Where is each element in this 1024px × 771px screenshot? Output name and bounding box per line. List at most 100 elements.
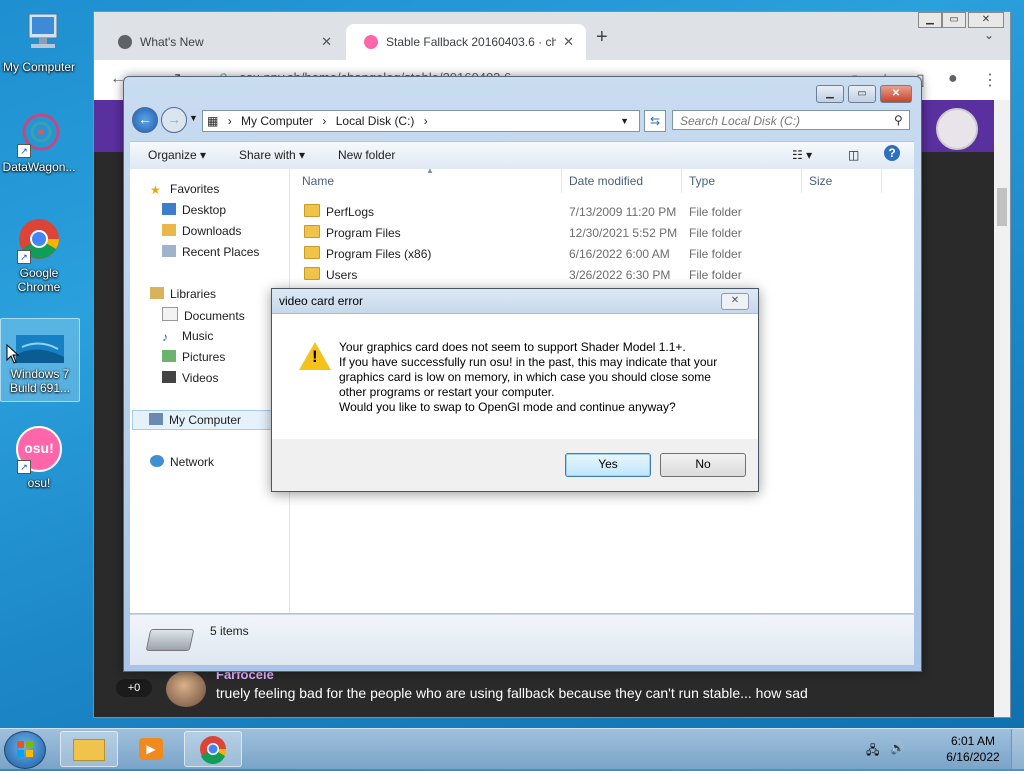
refresh-button[interactable]: ⇆: [644, 110, 666, 132]
file-row[interactable]: PerfLogs 7/13/2009 11:20 PM File folder: [290, 202, 890, 223]
nav-label: Favorites: [170, 182, 220, 196]
yes-button[interactable]: Yes: [565, 453, 651, 477]
nav-label: Downloads: [182, 224, 242, 238]
nav-favorites[interactable]: ★ Favorites: [150, 181, 219, 197]
organize-button[interactable]: Organize ▾: [148, 148, 206, 162]
close-tab-icon[interactable]: ✕: [563, 29, 574, 55]
mouse-cursor-icon: [6, 343, 20, 367]
explorer-maximize-button[interactable]: ▭: [848, 85, 876, 103]
message-line: Your graphics card does not seem to supp…: [339, 340, 686, 354]
desktop-icon-osu[interactable]: osu! ↗ osu!: [0, 426, 78, 490]
desktop-icon-my-computer[interactable]: My Computer: [0, 10, 78, 74]
clock[interactable]: 6:01 AM 6/16/2022: [938, 734, 1008, 764]
dialog-message: Your graphics card does not seem to supp…: [339, 340, 717, 415]
address-bar[interactable]: ▦ › My Computer › Local Disk (C:) › ▼: [202, 110, 640, 132]
user-avatar[interactable]: [936, 108, 978, 150]
column-label: Date modified: [569, 174, 644, 188]
menu-dots-icon[interactable]: ⋮: [982, 70, 998, 90]
file-type: File folder: [689, 247, 742, 261]
nav-music[interactable]: ♪ Music: [162, 328, 213, 344]
nav-label: Libraries: [170, 287, 217, 301]
page-scrollbar[interactable]: [994, 100, 1010, 717]
show-desktop-button[interactable]: [1011, 729, 1024, 769]
nav-documents[interactable]: Documents: [162, 307, 245, 324]
maximize-button[interactable]: ▭: [942, 12, 966, 28]
file-type: File folder: [689, 268, 742, 282]
address-dropdown-icon[interactable]: ▼: [620, 111, 629, 131]
new-folder-button[interactable]: New folder: [338, 148, 395, 162]
desktop-icon-datawagon[interactable]: ↗ DataWagon...: [0, 110, 78, 174]
volume-tray-icon[interactable]: 🔊: [890, 741, 905, 755]
file-row[interactable]: Users 3/26/2022 6:30 PM File folder: [290, 265, 890, 286]
help-icon[interactable]: ?: [884, 145, 900, 161]
nav-downloads[interactable]: Downloads: [162, 223, 241, 239]
taskbar-chrome-button[interactable]: [184, 731, 242, 767]
nav-my-computer[interactable]: My Computer: [132, 410, 288, 430]
start-button[interactable]: [4, 731, 46, 769]
breadcrumb-separator-icon[interactable]: ›: [228, 114, 232, 128]
nav-network[interactable]: Network: [150, 454, 214, 470]
search-input[interactable]: Search Local Disk (C:): [672, 110, 910, 130]
desktop-icon: [162, 203, 176, 215]
preview-pane-icon[interactable]: ◫: [848, 148, 859, 162]
nav-desktop[interactable]: Desktop: [162, 202, 226, 218]
clock-time: 6:01 AM: [950, 734, 996, 748]
breadcrumb-my-computer[interactable]: My Computer: [241, 114, 313, 128]
network-tray-icon[interactable]: 🖧: [866, 741, 879, 762]
folder-icon: [73, 739, 105, 761]
vote-count-button[interactable]: +0: [116, 679, 152, 697]
taskbar-media-player-button[interactable]: ▶: [122, 731, 180, 767]
tab-whats-new[interactable]: What's New ✕: [100, 24, 344, 60]
nav-label: Desktop: [182, 203, 227, 217]
forward-button[interactable]: →: [161, 107, 187, 133]
shortcut-arrow-icon: ↗: [17, 460, 31, 474]
desktop-icon-label: Google: [19, 266, 59, 280]
file-row[interactable]: Program Files (x86) 6/16/2022 6:00 AM Fi…: [290, 244, 890, 265]
chrome-icon: [200, 736, 227, 764]
taskbar: ▶ 🖧 🔊 6:01 AM 6/16/2022: [0, 728, 1024, 769]
explorer-close-button[interactable]: ✕: [880, 85, 912, 103]
file-type: File folder: [689, 205, 742, 219]
video-file-icon: [16, 333, 64, 365]
back-button[interactable]: ←: [132, 107, 158, 133]
search-icon: ⚲: [894, 113, 903, 127]
scrollbar-thumb[interactable]: [997, 188, 1007, 226]
close-window-button[interactable]: ✕: [968, 12, 1004, 28]
breadcrumb-local-disk[interactable]: Local Disk (C:): [336, 114, 415, 128]
nav-pictures[interactable]: Pictures: [162, 349, 225, 365]
history-dropdown-icon[interactable]: ▼: [189, 113, 198, 123]
drive-icon: [145, 629, 195, 651]
column-header-date[interactable]: Date modified: [563, 169, 682, 193]
new-tab-button[interactable]: +: [596, 26, 608, 49]
breadcrumb-separator-icon[interactable]: ›: [424, 114, 428, 128]
desktop-icon-google-chrome[interactable]: ↗ Google Chrome: [0, 216, 78, 294]
close-tab-icon[interactable]: ✕: [321, 29, 332, 55]
dialog-close-button[interactable]: ✕: [721, 293, 749, 310]
desktop-icon-label: osu!: [27, 476, 51, 490]
column-header-type[interactable]: Type: [683, 169, 802, 193]
osu-favicon-icon: [364, 35, 378, 49]
commenter-avatar[interactable]: [166, 671, 206, 707]
profile-icon[interactable]: ●: [948, 70, 958, 88]
recent-places-icon: [162, 245, 176, 257]
nav-recent-places[interactable]: Recent Places: [162, 244, 259, 260]
column-header-size[interactable]: Size: [803, 169, 882, 193]
explorer-minimize-button[interactable]: ▁: [816, 85, 844, 103]
minimize-button[interactable]: ▁: [918, 12, 942, 28]
nav-libraries[interactable]: Libraries: [150, 286, 216, 302]
taskbar-explorer-button[interactable]: [60, 731, 118, 767]
view-options-icon[interactable]: ☷ ▾: [792, 148, 812, 162]
breadcrumb-separator-icon[interactable]: ›: [322, 114, 326, 128]
desktop-icon-label: My Computer: [2, 60, 76, 74]
windows-logo-icon: [17, 741, 33, 757]
tab-search-chevron-icon[interactable]: ⌄: [984, 28, 994, 42]
dialog-body: ! Your graphics card does not seem to su…: [272, 314, 758, 439]
nav-videos[interactable]: Videos: [162, 370, 218, 386]
tab-stable-fallback[interactable]: Stable Fallback 20160403.6 · chan ✕: [346, 24, 586, 60]
nav-label: My Computer: [169, 413, 242, 427]
message-line: Would you like to swap to OpenGl mode an…: [339, 400, 676, 414]
file-row[interactable]: Program Files 12/30/2021 5:52 PM File fo…: [290, 223, 890, 244]
no-button[interactable]: No: [660, 453, 746, 477]
media-player-icon: ▶: [139, 738, 163, 760]
share-with-button[interactable]: Share with ▾: [239, 148, 305, 162]
